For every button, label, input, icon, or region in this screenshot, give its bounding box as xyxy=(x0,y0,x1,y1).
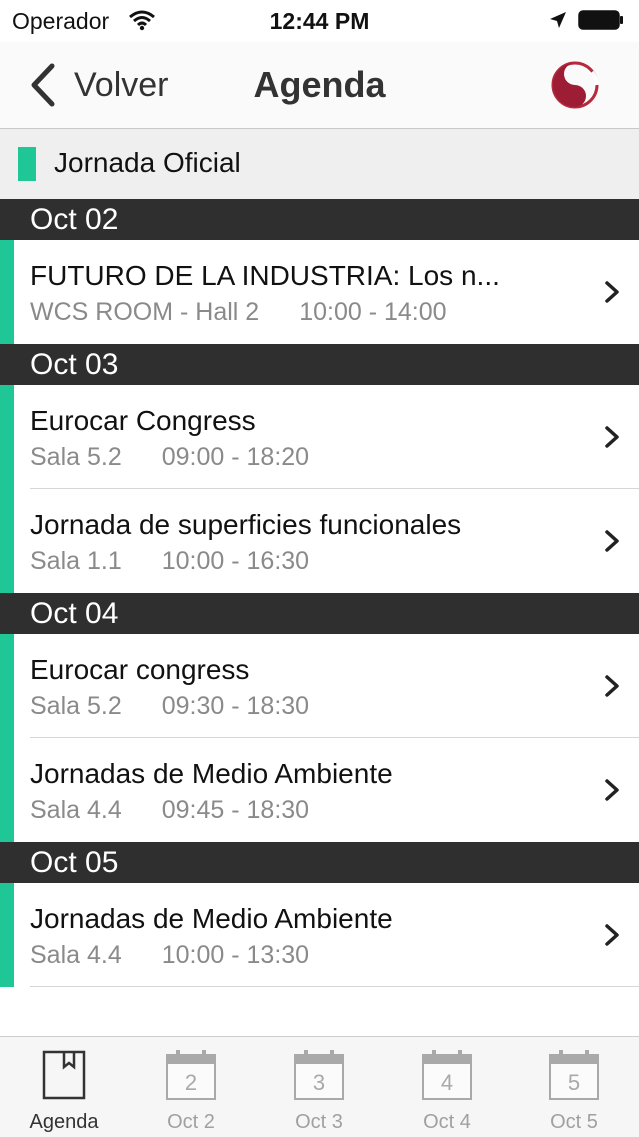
event-accent-bar xyxy=(0,385,14,489)
event-meta: WCS ROOM - Hall 2 10:00 - 14:00 xyxy=(30,298,447,327)
event-room: Sala 4.4 xyxy=(30,941,122,969)
event-title: Eurocar congress xyxy=(30,654,250,685)
event-meta: Sala 1.1 10:00 - 16:30 xyxy=(30,547,309,576)
category-label: Jornada Oficial xyxy=(54,147,241,178)
event-room: Sala 1.1 xyxy=(30,547,122,575)
navigation-bar: Volver Agenda xyxy=(0,42,639,129)
event-item[interactable]: Jornadas de Medio Ambiente Sala 4.4 09:45… xyxy=(0,738,639,842)
location-arrow-icon xyxy=(550,12,566,28)
chevron-right-icon xyxy=(605,426,619,448)
tab-label: Oct 4 xyxy=(423,1111,471,1133)
event-item[interactable]: Eurocar Congress Sala 5.2 09:00 - 18:20 xyxy=(0,385,639,489)
day-header: Oct 03 xyxy=(0,344,639,385)
event-item[interactable]: FUTURO DE LA INDUSTRIA: Los n... WCS ROO… xyxy=(0,240,639,344)
page-title: Agenda xyxy=(253,64,386,105)
tab-agenda[interactable]: Agenda xyxy=(0,1037,128,1137)
event-item[interactable]: Jornadas de Medio Ambiente Sala 4.4 10:00… xyxy=(0,883,639,987)
tab-oct-3[interactable]: 3 Oct 3 xyxy=(255,1037,383,1137)
event-meta: Sala 5.2 09:00 - 18:20 xyxy=(30,443,309,472)
event-meta: Sala 4.4 10:00 - 13:30 xyxy=(30,941,309,970)
book-icon xyxy=(42,1050,86,1100)
event-time: 09:45 - 18:30 xyxy=(161,796,310,824)
event-meta: Sala 4.4 09:45 - 18:30 xyxy=(30,796,309,825)
event-room: Sala 4.4 xyxy=(30,796,122,824)
event-title: FUTURO DE LA INDUSTRIA: Los n... xyxy=(30,260,500,291)
chevron-right-icon xyxy=(605,779,619,801)
event-accent-bar xyxy=(0,738,14,842)
tab-oct-2[interactable]: 2 Oct 2 xyxy=(127,1037,255,1137)
day-header: Oct 02 xyxy=(0,199,639,240)
event-time: 10:00 - 14:00 xyxy=(299,298,447,326)
day-header: Oct 04 xyxy=(0,593,639,634)
calendar-number: 3 xyxy=(313,1070,325,1095)
event-title: Jornada de superficies funcionales xyxy=(30,509,462,540)
tab-oct-4[interactable]: 4 Oct 4 xyxy=(383,1037,511,1137)
calendar-icon: 4 xyxy=(422,1050,472,1100)
event-accent-bar xyxy=(0,240,14,344)
day-header: Oct 05 xyxy=(0,842,639,883)
event-room: Sala 5.2 xyxy=(30,443,122,471)
event-time: 09:30 - 18:30 xyxy=(161,692,310,720)
event-meta: Sala 5.2 09:30 - 18:30 xyxy=(30,692,309,721)
event-accent-bar xyxy=(0,489,14,593)
event-item[interactable]: Jornada de superficies funcionales Sala … xyxy=(0,489,639,593)
event-accent-bar xyxy=(0,883,14,987)
agenda-list: Oct 02 FUTURO DE LA INDUSTRIA: Los n... … xyxy=(0,199,639,987)
calendar-icon: 3 xyxy=(294,1050,344,1100)
tab-label: Oct 3 xyxy=(295,1111,343,1133)
event-accent-bar xyxy=(0,634,14,738)
app-logo-icon[interactable] xyxy=(548,60,602,110)
chevron-right-icon xyxy=(605,530,619,552)
calendar-number: 2 xyxy=(185,1070,197,1095)
battery-icon xyxy=(578,10,623,30)
event-item[interactable]: Eurocar congress Sala 5.2 09:30 - 18:30 xyxy=(0,634,639,738)
category-color-bar xyxy=(18,147,36,181)
calendar-icon: 5 xyxy=(549,1050,599,1100)
tab-oct-5[interactable]: 5 Oct 5 xyxy=(510,1037,638,1137)
event-room: WCS ROOM - Hall 2 xyxy=(30,298,260,326)
row-separator xyxy=(30,986,639,987)
event-time: 10:00 - 16:30 xyxy=(161,547,310,575)
tab-label: Oct 5 xyxy=(550,1111,598,1133)
tab-bar: Agenda 2 Oct 2 3 Oct 3 4 Oct 4 5 Oct 5 xyxy=(0,1036,639,1137)
event-title: Jornadas de Medio Ambiente xyxy=(30,758,393,789)
category-header: Jornada Oficial xyxy=(0,129,639,199)
calendar-icon: 2 xyxy=(166,1050,216,1100)
status-time: 12:44 PM xyxy=(269,8,370,34)
event-time: 09:00 - 18:20 xyxy=(161,443,310,471)
tab-label: Agenda xyxy=(29,1111,99,1133)
calendar-number: 4 xyxy=(441,1070,453,1095)
calendar-number: 5 xyxy=(568,1070,580,1095)
event-title: Eurocar Congress xyxy=(30,405,256,436)
status-bar: Operador 12:44 PM xyxy=(0,0,639,42)
event-room: Sala 5.2 xyxy=(30,692,122,720)
chevron-right-icon xyxy=(605,675,619,697)
chevron-right-icon xyxy=(605,281,619,303)
chevron-right-icon xyxy=(605,924,619,946)
event-time: 10:00 - 13:30 xyxy=(161,941,310,969)
tab-label: Oct 2 xyxy=(167,1111,215,1133)
event-title: Jornadas de Medio Ambiente xyxy=(30,903,393,934)
